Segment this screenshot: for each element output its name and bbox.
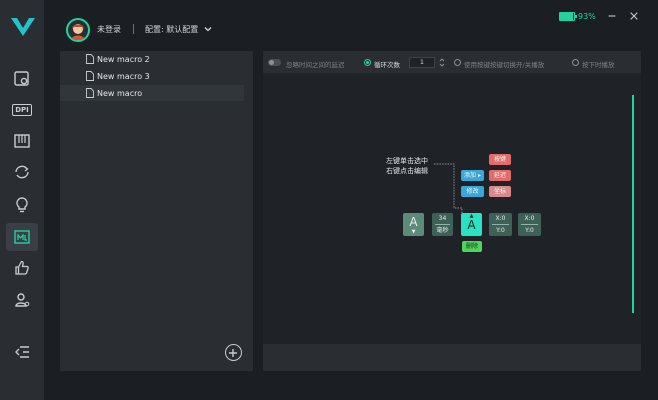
macro-list-item[interactable]: New macro 2 [60, 51, 244, 67]
file-icon [86, 71, 94, 81]
nav-sync-icon[interactable] [10, 160, 34, 184]
tip-connector [434, 163, 463, 213]
menu-edit-button[interactable]: 修改 [461, 186, 484, 197]
macro-list-panel: New macro 2 New macro 3 New macro [60, 51, 311, 371]
key-up-icon: ▲ [469, 213, 474, 219]
battery-icon [559, 12, 577, 21]
config-selector[interactable]: 配置: 默认配置 [145, 24, 198, 35]
tip-line-1: 左键单击选中 [386, 157, 428, 165]
login-status[interactable]: 未登录 [97, 24, 121, 35]
coord-1-divider [492, 224, 509, 225]
ignore-delay-label: 忽略时间之间的延迟 [286, 61, 345, 69]
key-a-label: A [409, 215, 418, 229]
dpi-label: DPI [12, 104, 32, 116]
macro-delay-step[interactable]: 34 毫秒 [432, 213, 453, 236]
avatar[interactable] [66, 18, 90, 42]
coord-2-y: Y:0 [525, 227, 534, 234]
toggle-play-label: 使用按键按键切换开/关播放 [464, 61, 545, 69]
menu-delay-button[interactable]: 延迟 [489, 170, 511, 181]
menu-coord-button[interactable]: 坐标 [489, 186, 511, 197]
nav-light-icon[interactable] [10, 193, 34, 217]
toggle-play-radio[interactable] [454, 59, 461, 66]
delay-unit: 毫秒 [436, 227, 449, 234]
menu-add-button[interactable]: 添加 ▸ [461, 170, 484, 181]
menu-delete-button[interactable]: 删除 [462, 241, 482, 252]
sidebar-rail: DPI [0, 0, 44, 400]
macro-name: New macro 2 [97, 54, 150, 64]
nav-macro-icon[interactable] [6, 223, 38, 251]
nav-keys-icon[interactable] [10, 129, 34, 153]
nav-home-icon[interactable] [10, 67, 34, 91]
file-icon [86, 54, 94, 64]
coord-1-x: X:0 [495, 215, 506, 222]
chevron-down-icon[interactable] [203, 24, 213, 34]
macro-coord-step-1[interactable]: X:0 Y:0 [489, 213, 512, 236]
file-icon [86, 88, 94, 98]
macro-key-a-selected[interactable]: ▲ A [461, 213, 482, 236]
delay-value: 34 [438, 215, 447, 222]
plus-icon [229, 349, 237, 357]
key-down-icon: ▼ [411, 229, 416, 235]
coord-2-x: X:0 [524, 215, 535, 222]
header-divider [133, 24, 134, 34]
macro-list-item[interactable]: New macro 3 [60, 68, 244, 84]
macro-name: New macro 3 [97, 71, 150, 81]
key-selected-label: A [467, 218, 476, 232]
editor-scrollbar[interactable] [632, 95, 634, 313]
brand-logo-icon [11, 18, 35, 36]
editor-footer [263, 344, 641, 371]
loop-count-stepper-icon[interactable] [439, 57, 445, 68]
minimize-button[interactable] [606, 10, 618, 22]
coord-1-y: Y:0 [496, 227, 505, 234]
battery-percent: 93% [578, 12, 596, 21]
close-button[interactable] [628, 10, 640, 22]
collapse-menu-icon[interactable] [10, 340, 34, 364]
battery-level [560, 13, 574, 20]
macro-name: New macro [97, 88, 143, 98]
menu-key-button[interactable]: 按键 [489, 154, 511, 165]
close-icon [630, 12, 638, 20]
macro-key-a[interactable]: A ▼ [403, 213, 424, 236]
macro-coord-step-2[interactable]: X:0 Y:0 [518, 213, 541, 236]
add-macro-button[interactable] [225, 344, 242, 361]
nav-user-icon[interactable] [10, 288, 34, 312]
hold-play-radio[interactable] [572, 59, 579, 66]
loop-count-label: 循环次数 [374, 61, 400, 69]
tip-line-2: 右键点击编辑 [386, 167, 428, 175]
minimize-icon [608, 15, 616, 17]
coord-2-divider [521, 224, 538, 225]
loop-count-radio[interactable] [364, 59, 371, 66]
nav-dpi-icon[interactable]: DPI [10, 98, 34, 122]
ignore-delay-toggle[interactable] [268, 59, 281, 66]
loop-count-input[interactable]: 1 [409, 57, 435, 68]
macro-list-item[interactable]: New macro [60, 85, 244, 101]
hold-play-label: 按下时播放 [582, 61, 615, 69]
macro-options-toolbar: 忽略时间之间的延迟 循环次数 1 使用按键按键切换开/关播放 按下时播放 [263, 51, 641, 73]
avatar-face-icon [71, 24, 85, 40]
nav-like-icon[interactable] [10, 256, 34, 280]
